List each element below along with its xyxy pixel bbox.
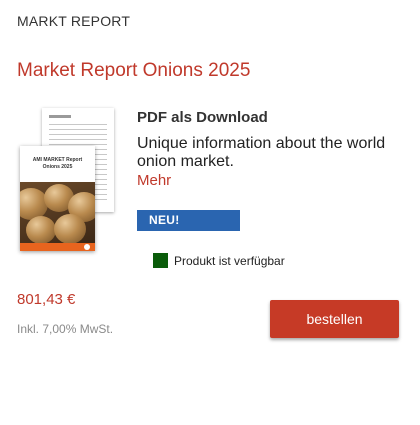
thumbnail-cover-title-line1: AMI MARKET Report: [32, 157, 83, 163]
thumbnail-cover-page: AMI MARKET Report Onions 2025: [20, 146, 95, 251]
availability-label: Produkt ist verfügbar: [174, 253, 285, 268]
price: 801,43 €: [17, 291, 76, 308]
availability-square-icon: [153, 253, 168, 268]
thumbnail-cover-title: AMI MARKET Report Onions 2025: [20, 157, 95, 171]
thumbnail-cover-title-line2: Onions 2025: [42, 164, 73, 170]
thumbnail-back-heading: [49, 115, 71, 118]
onion-photo: [20, 182, 95, 244]
vat-note: Inkl. 7,00% MwSt.: [17, 322, 114, 336]
page-title: Market Report Onions 2025: [17, 60, 251, 81]
new-badge: NEU!: [137, 210, 240, 231]
cover-logo-icon: [84, 244, 90, 250]
product-thumbnail[interactable]: AMI MARKET Report Onions 2025: [20, 108, 120, 253]
section-label: MARKT REPORT: [17, 13, 131, 29]
cover-orange-bar: [20, 243, 95, 251]
availability-status: Produkt ist verfügbar: [153, 253, 285, 268]
order-button[interactable]: bestellen: [270, 300, 399, 338]
product-description: Unique information about the world onion…: [137, 135, 386, 170]
download-heading: PDF als Download: [137, 109, 268, 126]
more-link[interactable]: Mehr: [137, 172, 171, 189]
